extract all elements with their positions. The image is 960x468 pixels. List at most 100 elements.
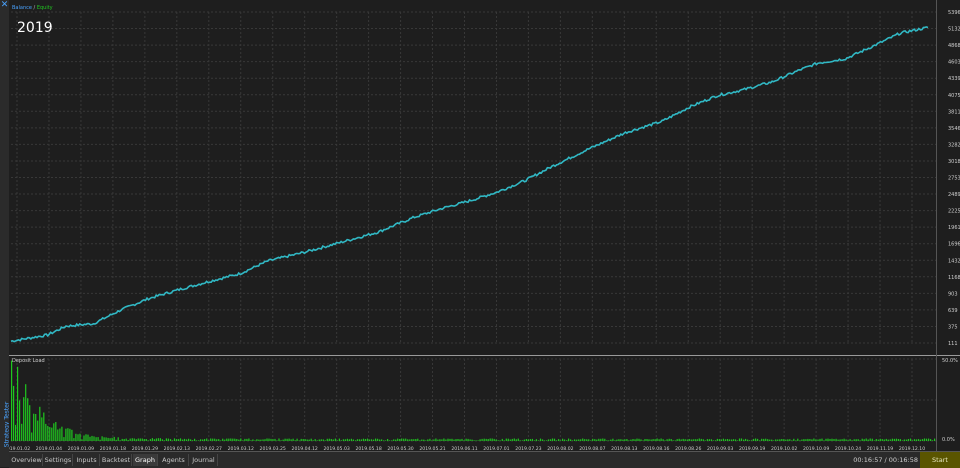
deposit-load-bar [568, 438, 570, 441]
deposit-load-bar [539, 438, 542, 441]
deposit-load-bar [95, 437, 97, 441]
deposit-load-bar [411, 439, 413, 441]
tab-settings[interactable]: Settings [44, 454, 73, 466]
deposit-load-bar [463, 440, 465, 441]
deposit-load-bar [101, 436, 103, 441]
deposit-load-bar [670, 439, 672, 441]
deposit-load-bar [714, 440, 716, 441]
deposit-load-bar [403, 438, 405, 441]
deposit-load-bar [507, 438, 509, 441]
deposit-load-bar [183, 438, 186, 441]
deposit-load-bar [200, 439, 202, 441]
deposit-load-bar [177, 439, 180, 441]
deposit-load-bar [214, 438, 216, 441]
start-button[interactable]: Start [920, 452, 960, 468]
deposit-load-bar [401, 438, 403, 441]
deposit-load-bar [87, 434, 89, 441]
tab-agents[interactable]: Agents [159, 454, 189, 466]
tab-overview[interactable]: Overview [11, 454, 43, 466]
deposit-load-bar [248, 438, 250, 441]
deposit-load-bar [407, 439, 409, 441]
deposit-load-bar [511, 438, 513, 441]
deposit-load-bar [63, 437, 65, 441]
deposit-load-bar [373, 439, 375, 441]
deposit-load-bar [141, 438, 143, 441]
deposit-load-bar [185, 439, 188, 441]
deposit-load-bar [720, 439, 722, 441]
deposit-load-bar [232, 438, 234, 441]
deposit-load-bar [839, 439, 841, 441]
deposit-load-bar [849, 439, 851, 441]
deposit-load-bar [594, 439, 596, 441]
deposit-load-bar [360, 439, 363, 441]
deposit-load-bar [276, 440, 278, 441]
deposit-load-bar [491, 438, 493, 441]
deposit-load-bar [783, 439, 785, 441]
deposit-load-bar [650, 439, 652, 441]
deposit-load-bar [574, 439, 576, 441]
deposit-load-bar [825, 438, 827, 441]
deposit-load-bar [391, 440, 393, 441]
deposit-load-bar [509, 439, 511, 441]
deposit-load-bar [618, 439, 620, 441]
deposit-load-bar [793, 438, 795, 441]
deposit-load-bar [728, 439, 731, 441]
deposit-load-bar [300, 438, 302, 441]
deposit-load-bar [445, 439, 447, 441]
deposit-load-bar [887, 439, 889, 441]
close-icon[interactable]: ✕ [0, 1, 9, 10]
deposit-load-bar [340, 440, 342, 441]
deposit-load-bar [25, 384, 27, 441]
deposit-load-bar [630, 439, 632, 441]
deposit-load-bar [909, 438, 912, 441]
tab-inputs[interactable]: Inputs [74, 454, 100, 466]
deposit-load-bar [531, 438, 533, 441]
deposit-load-bar [266, 438, 268, 441]
deposit-load-bar [930, 439, 932, 441]
deposit-load-bar [533, 440, 535, 441]
deposit-load-bar [753, 438, 755, 441]
deposit-load-bar [322, 439, 324, 441]
deposit-load-bar [330, 439, 332, 441]
deposit-load-bar [377, 438, 379, 441]
deposit-load-bar [692, 439, 694, 441]
deposit-load-bar [614, 440, 616, 441]
deposit-load-bar [535, 439, 537, 441]
deposit-load-bar [368, 439, 371, 441]
deposit-load-bar [153, 439, 155, 441]
deposit-load-bar [471, 439, 473, 441]
deposit-load-bar [242, 440, 244, 441]
deposit-load-bar [459, 439, 461, 441]
deposit-load-bar [370, 439, 373, 441]
deposit-load-bar [911, 440, 914, 441]
deposit-load-bar [415, 439, 417, 441]
deposit-load-bar [489, 438, 491, 441]
y-tick-label: 4075 [948, 93, 960, 99]
deposit-load-bar [730, 439, 733, 441]
deposit-load-bar [262, 439, 264, 441]
tab-journal[interactable]: Journal [190, 454, 218, 466]
deposit-load-bar [586, 439, 588, 441]
deposit-load-bar [477, 440, 479, 441]
deposit-load-bar [499, 440, 501, 441]
deposit-load-bar [928, 438, 930, 441]
deposit-load-bar [895, 438, 897, 441]
deposit-load-bar [89, 436, 91, 441]
deposit-load-bar [779, 439, 781, 441]
tab-graph[interactable]: Graph [133, 454, 158, 466]
deposit-load-bar [133, 438, 135, 441]
deposit-load-bar [413, 439, 415, 441]
deposit-load-bar [260, 439, 262, 441]
deposit-load-bar [238, 439, 240, 441]
deposit-load-bar [566, 440, 568, 441]
deposit-load-bar [270, 438, 272, 441]
tab-backtest[interactable]: Backtest [101, 454, 132, 466]
y-tick-label: 1432 [948, 258, 960, 264]
deposit-load-bar [198, 440, 200, 441]
deposit-load-bar [483, 438, 485, 441]
deposit-load-bar [246, 438, 248, 441]
deposit-load-bar [159, 438, 161, 441]
deposit-load-bar [857, 439, 859, 441]
deposit-load-bar [604, 438, 606, 441]
deposit-load-bar [787, 439, 789, 441]
